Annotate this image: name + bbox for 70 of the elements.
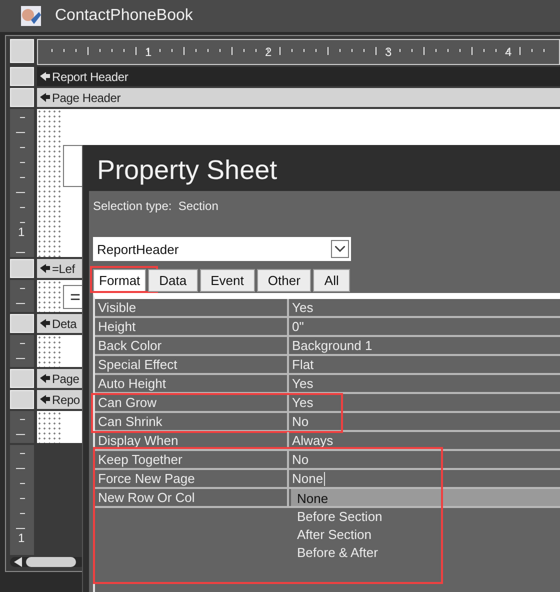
dot-grid [37, 411, 63, 443]
property-value[interactable]: No [292, 452, 309, 467]
tab[interactable]: Event [200, 269, 255, 292]
dropdown-option[interactable]: None [291, 489, 560, 507]
property-value[interactable]: Yes [292, 300, 314, 315]
tab[interactable]: All [313, 269, 350, 292]
scroll-left-icon[interactable] [14, 557, 22, 567]
property-value[interactable]: Always [292, 433, 334, 448]
section-selector[interactable] [10, 67, 34, 86]
section-arrow-icon [40, 264, 50, 273]
section-arrow-icon [40, 374, 50, 383]
ruler-number: 1 [16, 531, 27, 545]
ruler-ticks [16, 342, 26, 358]
object-dropdown[interactable]: ReportHeader [93, 237, 351, 261]
section-arrow-icon [40, 72, 50, 81]
section-selector[interactable] [10, 314, 34, 333]
selection-type-label: Selection type: Section [93, 199, 220, 213]
ruler-ticks [16, 288, 26, 304]
section-selector[interactable] [10, 390, 34, 409]
section-label: =Lef [52, 262, 75, 276]
property-name: Back Color [98, 338, 162, 353]
property-value[interactable]: Flat [292, 357, 314, 372]
section-label: Page Header [52, 90, 121, 104]
property-name: Can Shrink [98, 414, 162, 429]
dropdown-option[interactable]: Before & After [291, 543, 378, 561]
section-arrow-icon [40, 319, 50, 328]
property-value[interactable]: Yes [292, 376, 314, 391]
property-value[interactable]: 0" [292, 319, 304, 334]
dropdown-button[interactable] [331, 240, 349, 258]
panel-title: Property Sheet [97, 155, 278, 187]
dot-grid [37, 280, 63, 312]
property-value[interactable]: None [292, 471, 326, 486]
property-name: Can Grow [98, 395, 157, 410]
property-name: Display When [98, 433, 178, 448]
property-name: Visible [98, 300, 136, 315]
window-title: ContactPhoneBook [55, 7, 193, 25]
property-value[interactable]: Yes [292, 395, 314, 410]
ruler-number: 3 [385, 45, 392, 59]
section-label: Deta [52, 316, 77, 330]
section-label: Repo [52, 392, 80, 406]
app-icon [21, 6, 41, 26]
ruler-number: 1 [16, 225, 27, 239]
section-selector[interactable] [10, 369, 34, 388]
chevron-down-icon [335, 246, 345, 252]
section-bar[interactable]: Page Header [37, 88, 560, 107]
property-value[interactable]: Background 1 [292, 338, 372, 353]
tab[interactable]: Format [93, 269, 146, 292]
property-name: Keep Together [98, 452, 182, 467]
property-name: Special Effect [98, 357, 178, 372]
scroll-thumb[interactable] [26, 557, 76, 567]
report-selector[interactable] [10, 39, 34, 63]
dot-grid [37, 335, 63, 367]
property-value[interactable]: No [292, 414, 309, 429]
section-label: Report Header [52, 70, 128, 84]
section-bar[interactable]: Report Header [37, 67, 560, 86]
property-name: Height [98, 319, 136, 334]
section-selector[interactable] [10, 88, 34, 107]
ruler-ticks [16, 418, 26, 434]
tab[interactable]: Data [148, 269, 198, 292]
ruler-number: 2 [265, 45, 272, 59]
section-arrow-icon [40, 395, 50, 404]
section-selector[interactable] [10, 259, 34, 278]
section-label: Page [52, 372, 80, 386]
section-arrow-icon [40, 93, 50, 102]
property-name: New Row Or Col [98, 490, 195, 505]
dropdown-option[interactable]: After Section [291, 525, 372, 543]
property-name: Auto Height [98, 376, 166, 391]
tab[interactable]: Other [256, 269, 312, 292]
property-name: Force New Page [98, 471, 195, 486]
dropdown-option[interactable]: Before Section [291, 507, 382, 525]
